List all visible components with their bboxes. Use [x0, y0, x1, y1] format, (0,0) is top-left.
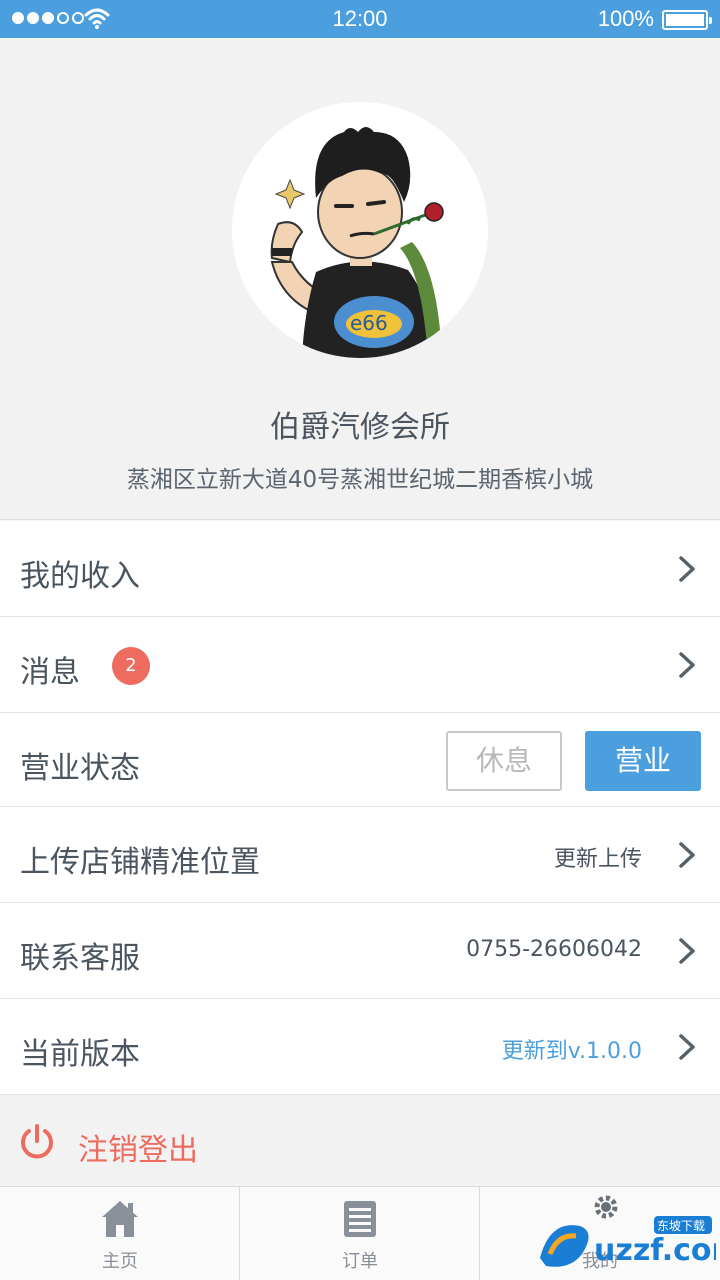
chevron-right-icon	[679, 938, 695, 964]
open-button[interactable]: 营业	[585, 731, 701, 791]
profile-header: e66 伯爵汽修会所 蒸湘区立新大道40号蒸湘世纪城二期香槟小城	[0, 38, 720, 520]
watermark-logo: uzzf.com 东坡下载	[540, 1216, 716, 1268]
avatar[interactable]: e66	[232, 102, 488, 358]
menu-messages[interactable]: 消息 2	[0, 617, 720, 713]
chevron-right-icon	[679, 842, 695, 868]
message-count-badge: 2	[112, 647, 150, 685]
menu-location[interactable]: 上传店铺精准位置 更新上传	[0, 807, 720, 903]
tab-orders[interactable]: 订单	[240, 1187, 480, 1280]
menu-messages-label: 消息	[20, 655, 80, 690]
rest-button[interactable]: 休息	[446, 731, 562, 791]
chevron-right-icon	[679, 1034, 695, 1060]
battery-icon	[662, 10, 712, 30]
watermark-tag: 东坡下载	[657, 1219, 705, 1233]
battery-percent: 100%	[597, 6, 654, 31]
svg-text:e66: e66	[350, 311, 388, 335]
menu-business-status-label: 营业状态	[20, 751, 140, 786]
version-update-link: 更新到v.1.0.0	[501, 1039, 642, 1064]
service-phone: 0755-26606042	[466, 937, 642, 962]
shop-name: 伯爵汽修会所	[270, 410, 450, 445]
order-list-icon	[344, 1201, 376, 1237]
shop-address: 蒸湘区立新大道40号蒸湘世纪城二期香槟小城	[126, 467, 594, 493]
menu-version[interactable]: 当前版本 更新到v.1.0.0	[0, 999, 720, 1095]
logout-label: 注销登出	[78, 1133, 198, 1168]
watermark-text: uzzf.com	[594, 1233, 716, 1268]
menu-income[interactable]: 我的收入	[0, 521, 720, 617]
tab-orders-label: 订单	[342, 1251, 378, 1272]
home-icon	[102, 1201, 138, 1237]
logout-row[interactable]: 注销登出	[0, 1095, 720, 1191]
tab-home-label: 主页	[102, 1251, 138, 1272]
cartoon-avatar: e66	[270, 127, 444, 358]
menu-income-label: 我的收入	[20, 559, 140, 594]
chevron-right-icon	[679, 652, 695, 678]
menu-service-label: 联系客服	[20, 941, 140, 976]
menu-business-status: 营业状态 休息 营业	[0, 713, 720, 807]
chevron-right-icon	[679, 556, 695, 582]
menu-version-label: 当前版本	[20, 1037, 140, 1072]
menu-customer-service[interactable]: 联系客服 0755-26606042	[0, 903, 720, 999]
power-icon	[21, 1124, 53, 1159]
menu-location-label: 上传店铺精准位置	[20, 845, 260, 880]
tab-home[interactable]: 主页	[0, 1187, 240, 1280]
location-value: 更新上传	[553, 847, 642, 872]
status-bar: 12:00 100%	[0, 0, 720, 38]
settings-menu: 我的收入 消息 2 营业状态 休息 营业 上传店铺精准位置 更新上传 联系客服 …	[0, 521, 720, 1095]
